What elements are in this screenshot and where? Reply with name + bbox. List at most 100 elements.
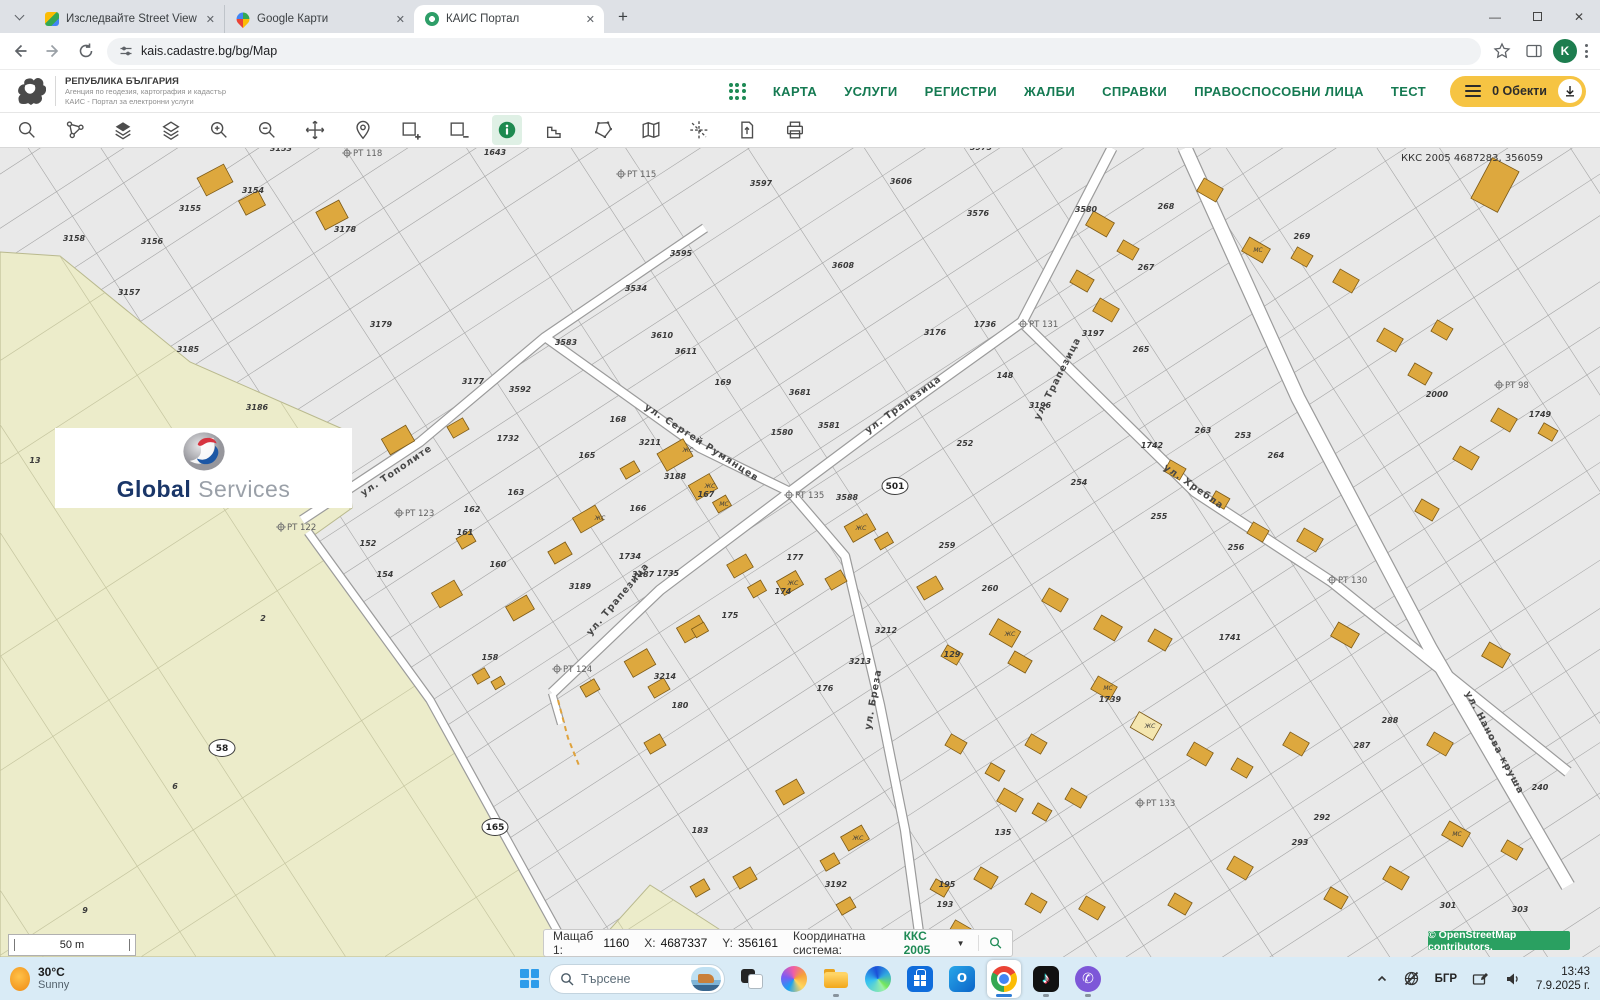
objects-button[interactable]: 0 Обекти <box>1450 76 1586 107</box>
window-close-button[interactable]: ✕ <box>1558 0 1600 33</box>
apps-grid-icon[interactable] <box>729 83 746 100</box>
pan-tool-button[interactable] <box>300 115 330 145</box>
svg-text:3212: 3212 <box>875 626 898 635</box>
topology-icon <box>64 119 86 141</box>
objects-count-label: 0 Обекти <box>1492 84 1547 98</box>
browser-tab[interactable]: Google Карти ✕ <box>224 5 414 33</box>
measure-tool-button[interactable] <box>540 115 570 145</box>
zoom-in-tool-button[interactable] <box>204 115 234 145</box>
desktop-screen: Изследвайте Street View и доб ✕ Google К… <box>0 0 1600 1000</box>
export-tool-button[interactable] <box>732 115 762 145</box>
svg-text:1735: 1735 <box>657 569 680 578</box>
map-status-bar: Мащаб 1: 1160 X: 4687337 Y: 356161 Коорд… <box>543 929 1013 957</box>
tab-close-icon[interactable]: ✕ <box>586 13 595 26</box>
window-minimize-button[interactable]: — <box>1474 0 1516 33</box>
reload-button[interactable] <box>73 38 99 64</box>
browser-tab[interactable]: Изследвайте Street View и доб ✕ <box>34 5 224 33</box>
window-maximize-button[interactable] <box>1516 0 1558 33</box>
svg-text:9: 9 <box>82 906 88 915</box>
tray-chevron-icon[interactable] <box>1376 973 1388 985</box>
tab-search-button[interactable] <box>8 6 30 28</box>
nav-item-жалби[interactable]: ЖАЛБИ <box>1024 84 1075 99</box>
clock-widget[interactable]: 13:43 7.9.2025 г. <box>1536 965 1590 993</box>
site-settings-icon[interactable] <box>119 44 133 58</box>
svg-text:3681: 3681 <box>789 388 811 397</box>
tab-close-icon[interactable]: ✕ <box>396 13 405 26</box>
tiktok-app-button[interactable] <box>1029 960 1063 998</box>
network-offline-icon[interactable] <box>1403 970 1420 987</box>
url-field[interactable]: kais.cadastre.bg/bg/Map <box>107 38 1481 65</box>
keyboard-language[interactable]: БГР <box>1435 973 1457 985</box>
tab-title: Изследвайте Street View и доб <box>66 13 200 25</box>
topology-tool-button[interactable] <box>60 115 90 145</box>
copilot-app-button[interactable] <box>777 960 811 998</box>
info-tool-button[interactable] <box>492 115 522 145</box>
svg-text:РТ 124: РТ 124 <box>563 665 592 675</box>
svg-text:3185: 3185 <box>177 345 200 354</box>
svg-text:169: 169 <box>715 378 732 387</box>
profile-avatar[interactable]: K <box>1553 39 1577 63</box>
svg-text:161: 161 <box>457 528 474 537</box>
taskbar-search[interactable]: Търсене <box>549 964 725 994</box>
print-tool-button[interactable] <box>780 115 810 145</box>
crs-dropdown-icon[interactable]: ▼ <box>957 939 965 948</box>
rect-add-tool-button[interactable] <box>396 115 426 145</box>
svg-text:МС: МС <box>719 501 729 508</box>
cadastre-map-canvas[interactable]: ЖСЖСМСЖСЖСМСЖСЖСМСЖСЖСМС3153315431553156… <box>0 148 1600 957</box>
bookmark-star-icon[interactable] <box>1489 38 1515 64</box>
site-header: РЕПУБЛИКА БЪЛГАРИЯ Агенция по геодезия, … <box>0 70 1600 113</box>
forward-button[interactable] <box>40 38 66 64</box>
svg-text:3534: 3534 <box>625 284 648 293</box>
layers-filled-tool-button[interactable] <box>108 115 138 145</box>
chrome-app-button[interactable] <box>987 960 1021 998</box>
zoom-out-tool-button[interactable] <box>252 115 282 145</box>
file-explorer-app-button[interactable] <box>819 960 853 998</box>
weather-widget[interactable]: 30°C Sunny <box>10 965 69 992</box>
file-explorer-icon <box>823 966 849 992</box>
nav-item-услуги[interactable]: УСЛУГИ <box>844 84 897 99</box>
zoom-out-icon <box>256 119 278 141</box>
search-highlight-image[interactable] <box>691 967 721 991</box>
svg-text:ЖС: ЖС <box>852 835 864 842</box>
layers-tool-button[interactable] <box>156 115 186 145</box>
svg-text:3197: 3197 <box>1082 329 1105 338</box>
svg-text:268: 268 <box>1158 202 1175 211</box>
roads-tool-button[interactable] <box>684 115 714 145</box>
crs-value[interactable]: ККС 2005 <box>904 929 949 957</box>
map-tool-button[interactable] <box>636 115 666 145</box>
svg-text:163: 163 <box>508 488 525 497</box>
osm-attribution[interactable]: © OpenStreetMap contributors. <box>1428 931 1570 950</box>
layers-filled-icon <box>112 119 134 141</box>
nav-item-справки[interactable]: СПРАВКИ <box>1102 84 1167 99</box>
nav-item-тест[interactable]: ТЕСТ <box>1391 84 1426 99</box>
browser-menu-icon[interactable] <box>1585 44 1588 58</box>
svg-text:152: 152 <box>360 539 377 548</box>
viber-app-button[interactable] <box>1071 960 1105 998</box>
download-button[interactable] <box>1558 79 1582 103</box>
tab-title: КАИС Портал <box>446 13 580 25</box>
pen-display-icon[interactable] <box>1472 971 1490 987</box>
browser-tab[interactable]: КАИС Портал ✕ <box>414 5 604 33</box>
new-tab-button[interactable]: + <box>610 4 636 30</box>
coordinates-search-icon[interactable] <box>989 935 1003 951</box>
volume-icon[interactable] <box>1505 971 1521 987</box>
nav-item-регистри[interactable]: РЕГИСТРИ <box>925 84 997 99</box>
nav-item-карта[interactable]: КАРТА <box>773 84 817 99</box>
lasso-tool-button[interactable] <box>588 115 618 145</box>
svg-text:3156: 3156 <box>141 237 164 246</box>
search-tool-button[interactable] <box>12 115 42 145</box>
location-tool-button[interactable] <box>348 115 378 145</box>
tab-close-icon[interactable]: ✕ <box>206 13 215 26</box>
edge-app-button[interactable] <box>861 960 895 998</box>
rect-remove-tool-button[interactable] <box>444 115 474 145</box>
svg-text:288: 288 <box>1382 716 1399 725</box>
svg-text:177: 177 <box>787 553 804 562</box>
task-view-app-button[interactable] <box>735 960 769 998</box>
store-app-button[interactable] <box>903 960 937 998</box>
back-button[interactable] <box>7 38 33 64</box>
nav-item-правоспособни-лица[interactable]: ПРАВОСПОСОБНИ ЛИЦА <box>1194 84 1364 99</box>
outlook-app-button[interactable] <box>945 960 979 998</box>
start-button[interactable] <box>520 969 539 988</box>
side-panel-icon[interactable] <box>1521 38 1547 64</box>
svg-text:240: 240 <box>1532 783 1549 792</box>
